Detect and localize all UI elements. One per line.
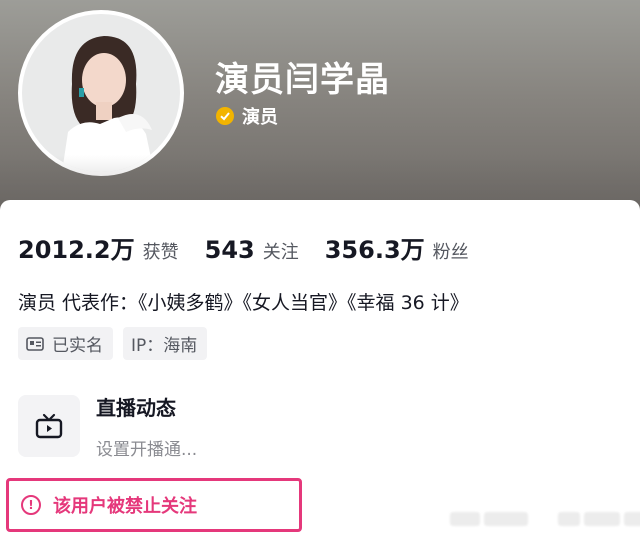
tag-real-name[interactable]: 已实名 — [18, 327, 113, 360]
follow-ban-text: 该用户被禁止关注 — [53, 496, 197, 517]
profile-info-card: 2012.2万 获赞 543 关注 356.3万 粉丝 演员 代表作：《小姨多鹤… — [0, 200, 640, 549]
tag-ip-location: IP：海南 — [123, 327, 208, 360]
follow-ban-notice: ! 该用户被禁止关注 — [6, 478, 302, 532]
stat-followers-value: 356.3万 — [324, 236, 425, 264]
exclamation-circle-icon: ! — [21, 495, 41, 515]
stat-following[interactable]: 543 关注 — [205, 236, 299, 264]
live-updates-subtitle: 设置开播通... — [96, 440, 198, 460]
avatar-image — [22, 14, 180, 172]
tag-real-name-label: 已实名 — [52, 336, 103, 356]
live-updates-title: 直播动态 — [96, 396, 176, 420]
stat-likes-value: 2012.2万 — [18, 236, 135, 264]
verification-label: 演员 — [242, 107, 278, 128]
stat-likes-label: 获赞 — [142, 242, 179, 263]
profile-tags: 已实名 IP：海南 — [18, 327, 217, 360]
stat-following-label: 关注 — [262, 242, 299, 263]
profile-bio: 演员 代表作：《小姨多鹤》《女人当官》《幸福 36 计》 — [18, 292, 469, 314]
stat-likes[interactable]: 2012.2万 获赞 — [18, 230, 179, 265]
verification-badge: 演员 — [216, 103, 278, 129]
blurred-watermark — [450, 512, 640, 526]
profile-header: 演员闫学晶 演员 — [0, 0, 640, 215]
tv-icon — [35, 413, 63, 439]
live-updates-entry[interactable]: 直播动态 设置开播通... — [18, 392, 197, 460]
id-card-icon — [26, 336, 44, 351]
verified-check-icon — [216, 107, 234, 125]
live-icon-box — [18, 395, 80, 457]
tag-ip-label: IP：海南 — [131, 336, 198, 356]
stat-followers-label: 粉丝 — [432, 242, 469, 263]
stats-row: 2012.2万 获赞 543 关注 356.3万 粉丝 — [18, 230, 495, 265]
profile-nickname: 演员闫学晶 — [215, 60, 390, 100]
stat-following-value: 543 — [204, 236, 255, 264]
stat-followers[interactable]: 356.3万 粉丝 — [325, 230, 469, 265]
avatar[interactable] — [18, 10, 184, 176]
